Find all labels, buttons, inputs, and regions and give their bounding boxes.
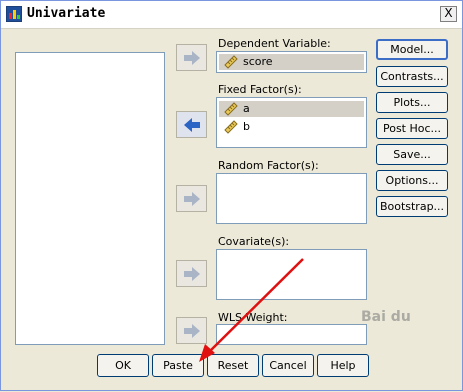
univariate-dialog: Univariate X Dependent Variable: score F… (0, 0, 463, 391)
annotation-arrow (199, 258, 304, 362)
